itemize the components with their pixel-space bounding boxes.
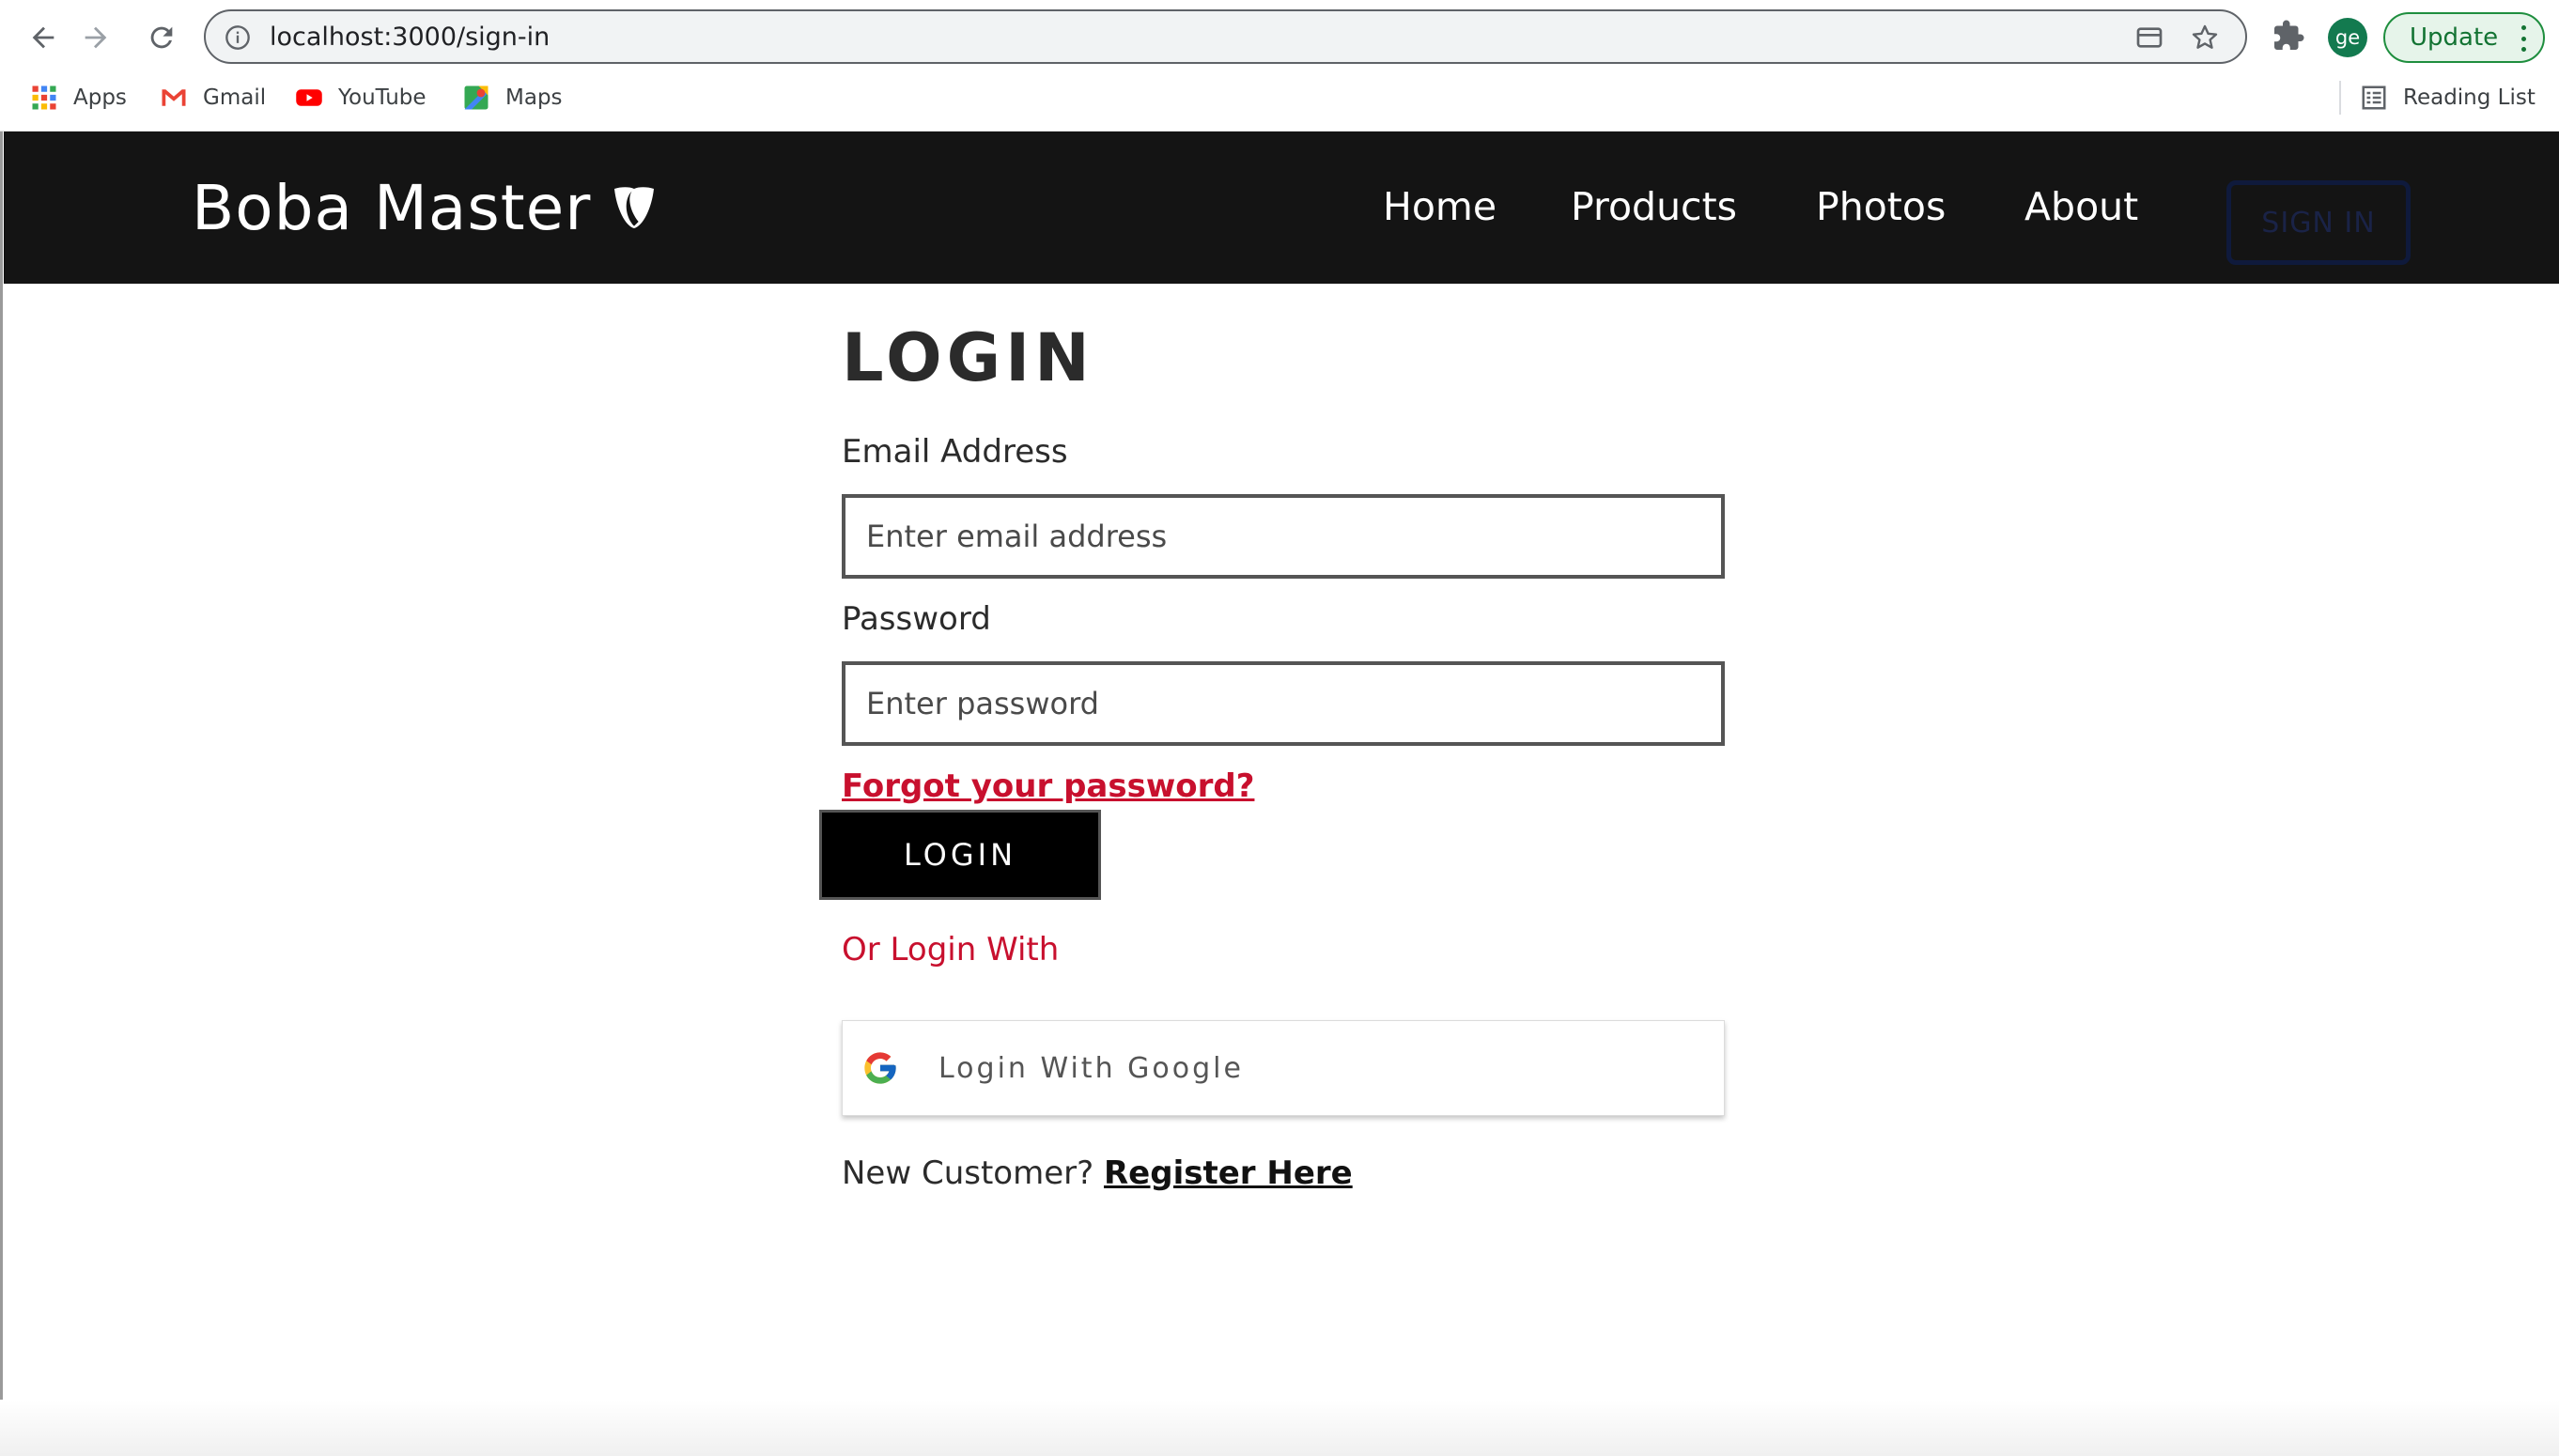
bookmark-label: Maps: [505, 85, 563, 110]
nav-home[interactable]: Home: [1383, 182, 1497, 231]
nav-about[interactable]: About: [2024, 182, 2138, 231]
bookmark-label: Apps: [73, 85, 127, 110]
kebab-menu-icon[interactable]: [2520, 25, 2526, 52]
gmail-icon: [162, 89, 186, 106]
password-label: Password: [842, 600, 991, 638]
nav-photos[interactable]: Photos: [1816, 182, 1946, 231]
new-customer-text: New Customer?: [842, 1154, 1094, 1192]
bookmark-label: YouTube: [338, 85, 426, 110]
maps-icon: [464, 85, 489, 110]
card-icon[interactable]: [2134, 23, 2164, 53]
or-login-with-label: Or Login With: [842, 931, 1060, 968]
info-icon[interactable]: [225, 24, 251, 51]
youtube-icon: [296, 89, 322, 106]
register-prompt: New Customer? Register Here: [842, 1154, 1353, 1193]
browser-toolbar: localhost:3000/sign-in ge Update Apps Gm…: [0, 0, 2559, 132]
star-icon[interactable]: [2190, 23, 2220, 53]
puzzle-icon[interactable]: [2272, 19, 2305, 53]
google-button-label: Login With Google: [938, 1051, 1244, 1085]
login-button[interactable]: LOGIN: [819, 810, 1101, 900]
update-label: Update: [2410, 23, 2499, 52]
bookmark-gmail[interactable]: Gmail: [160, 81, 266, 115]
url-text[interactable]: localhost:3000/sign-in: [270, 21, 550, 54]
typo3-shield-icon: [614, 187, 655, 228]
nav-products[interactable]: Products: [1571, 182, 1737, 231]
reading-list-label: Reading List: [2403, 85, 2536, 110]
arrow-left-icon: [32, 26, 54, 49]
page-bottom-edge: [0, 1400, 2559, 1456]
sign-in-button[interactable]: SIGN IN: [2226, 180, 2411, 265]
bookmark-maps[interactable]: Maps: [462, 81, 563, 115]
address-bar[interactable]: localhost:3000/sign-in: [204, 9, 2247, 64]
register-link[interactable]: Register Here: [1104, 1154, 1353, 1192]
site-header: Boba Master Home Products Photos About S…: [4, 132, 2559, 284]
arrow-right-icon: [85, 26, 107, 49]
reload-button[interactable]: [143, 19, 180, 56]
reading-list-button[interactable]: Reading List: [2360, 81, 2536, 115]
bookmark-youtube[interactable]: YouTube: [295, 81, 426, 115]
bookmark-label: Gmail: [203, 85, 267, 110]
page-border: [0, 132, 3, 1456]
login-with-google-button[interactable]: Login With Google: [842, 1020, 1725, 1116]
email-field[interactable]: [842, 494, 1725, 579]
bookmarks-bar: Apps Gmail YouTube Maps Reading List: [0, 77, 2559, 118]
page-title: LOGIN: [842, 319, 1094, 396]
brand-logo[interactable]: Boba Master: [192, 173, 660, 244]
back-button[interactable]: [24, 19, 62, 56]
bookmarks-divider: [2339, 81, 2341, 115]
apps-grid-icon: [32, 85, 56, 110]
email-label: Email Address: [842, 433, 1068, 471]
forgot-password-link[interactable]: Forgot your password?: [842, 767, 1254, 806]
password-field[interactable]: [842, 661, 1725, 746]
profile-avatar[interactable]: ge: [2328, 18, 2367, 57]
reload-icon: [150, 26, 173, 49]
google-g-icon: [864, 1052, 896, 1084]
update-button[interactable]: Update: [2383, 12, 2545, 63]
bookmark-apps[interactable]: Apps: [30, 81, 127, 115]
forward-button[interactable]: [77, 19, 115, 56]
reading-list-icon: [2362, 85, 2386, 110]
brand-name: Boba Master: [192, 172, 592, 244]
